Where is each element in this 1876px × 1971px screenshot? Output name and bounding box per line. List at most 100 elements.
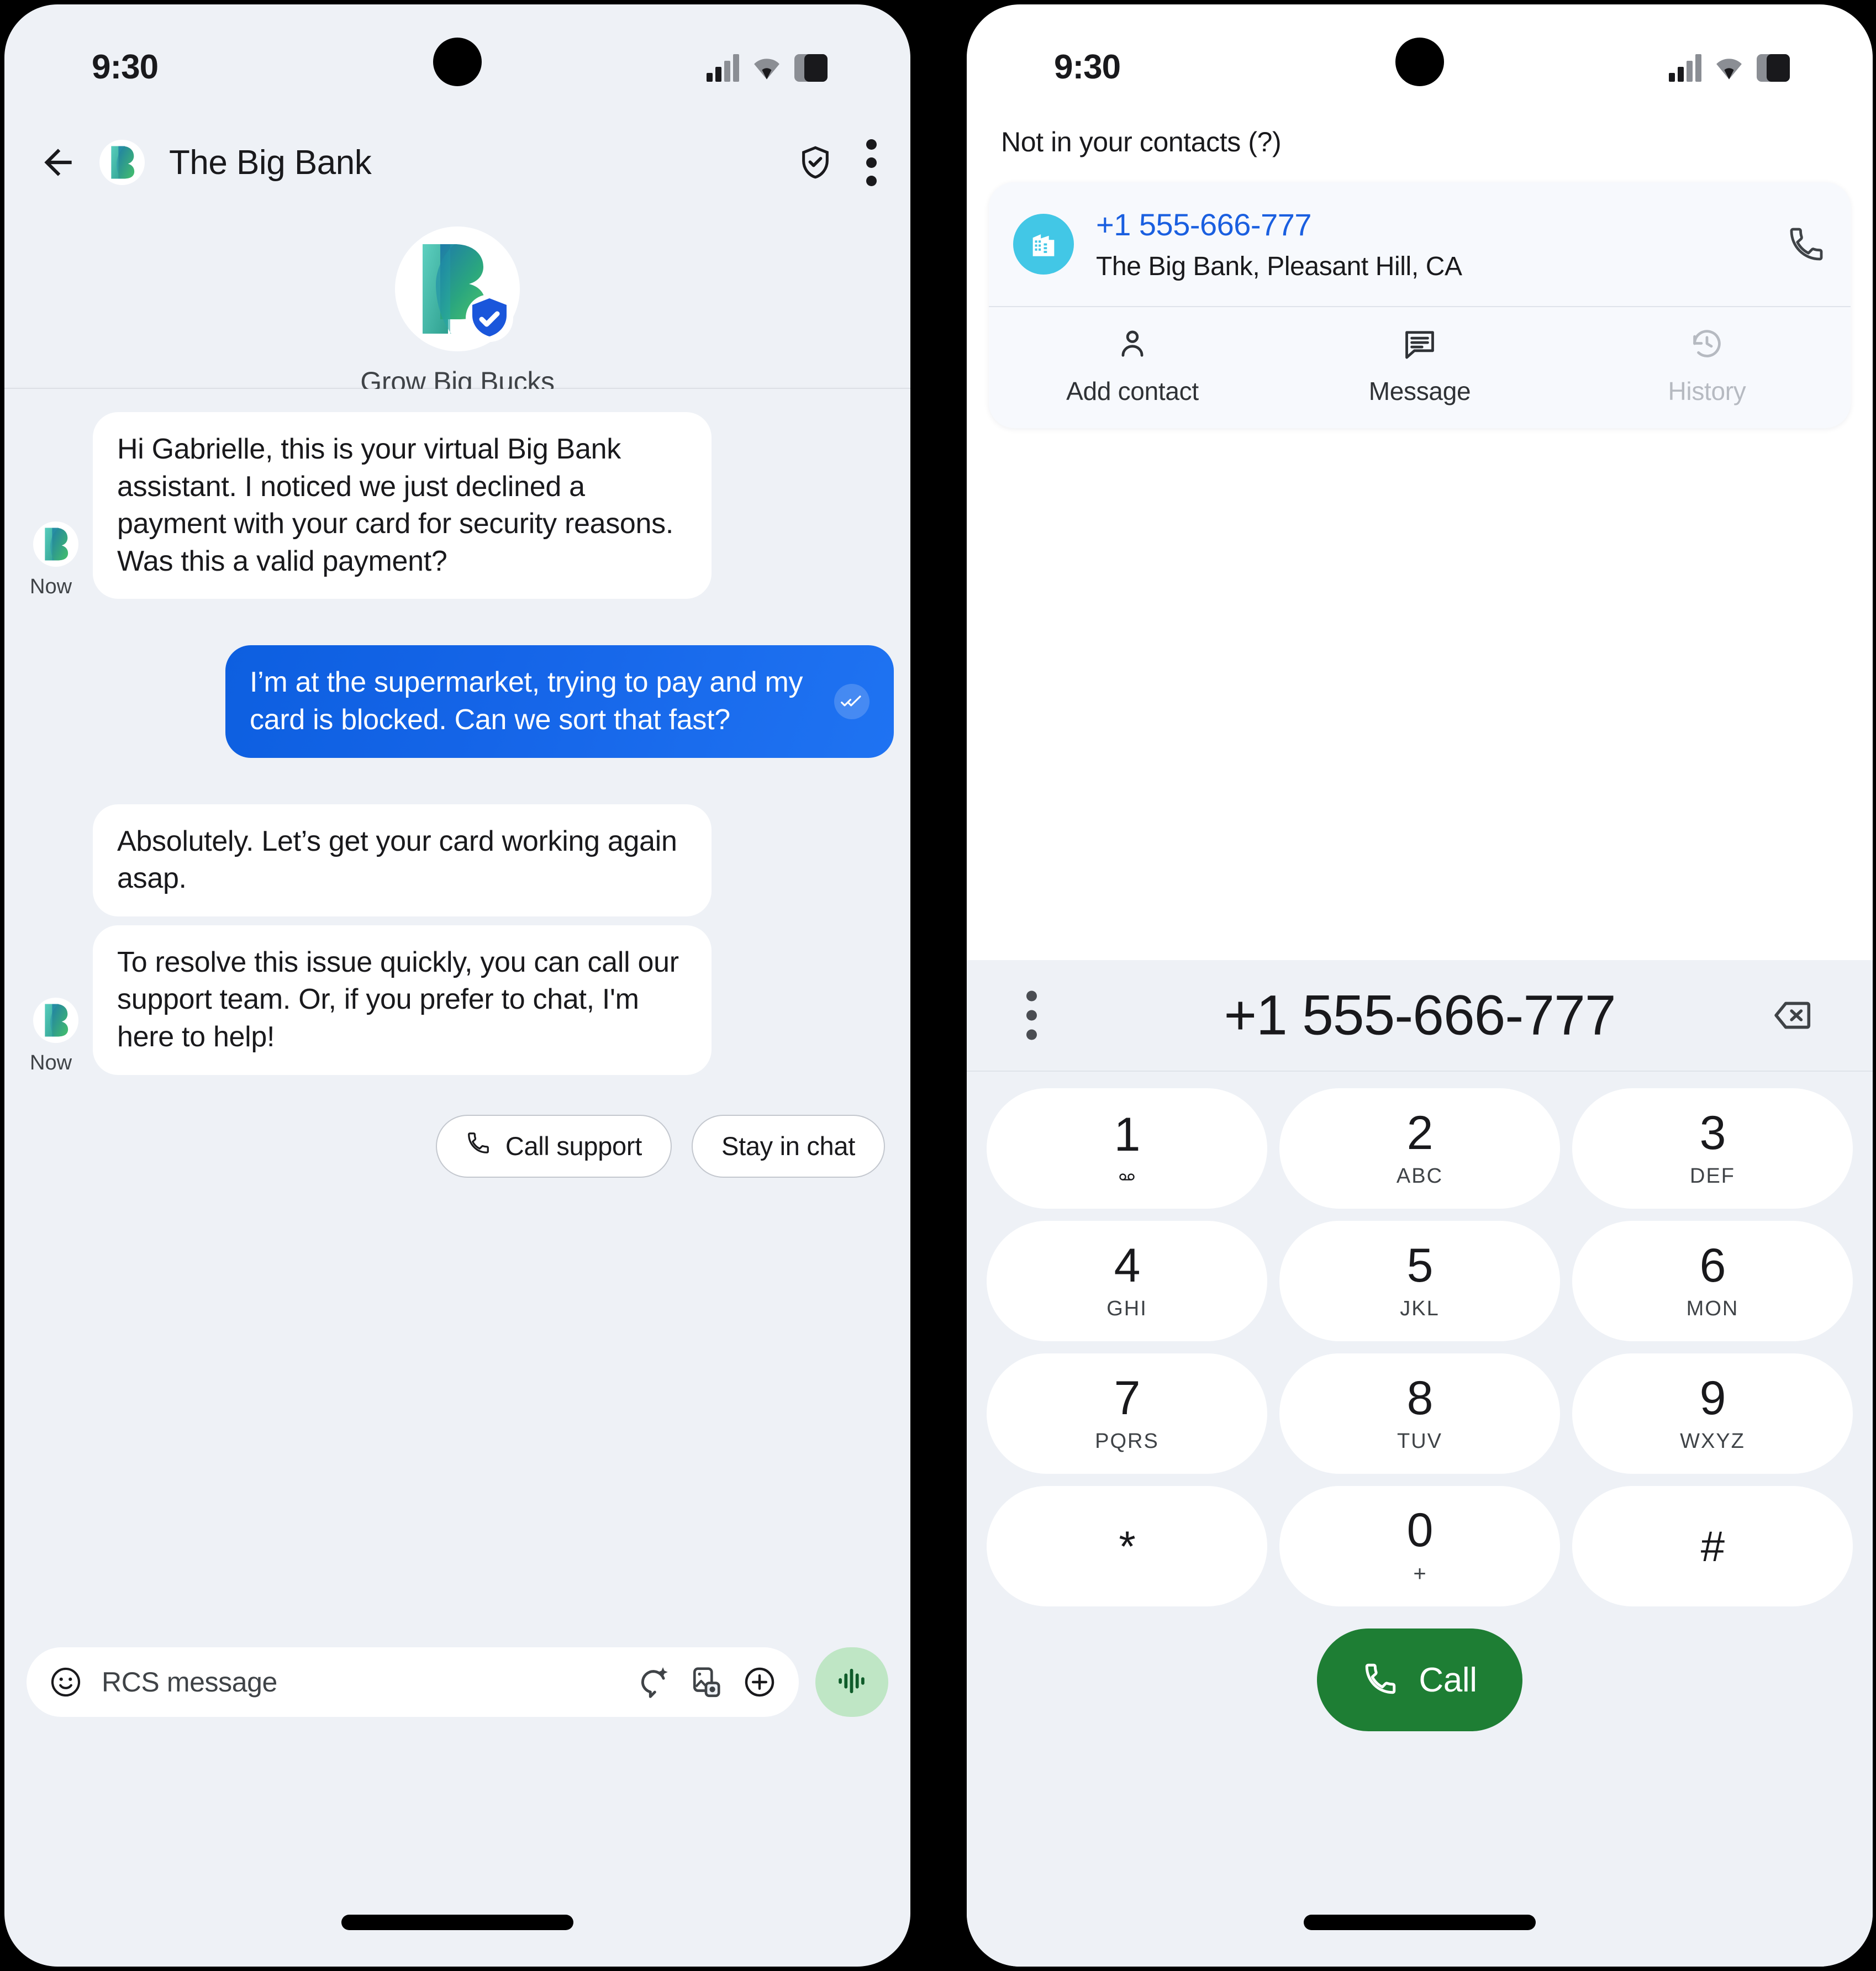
backspace-icon[interactable]	[1772, 995, 1813, 1036]
chip-label: Stay in chat	[721, 1131, 855, 1161]
message-bubble[interactable]: Absolutely. Let’s get your card working …	[93, 804, 712, 916]
battery-icon	[794, 54, 828, 82]
message-bubble[interactable]: Hi Gabrielle, this is your virtual Big B…	[93, 412, 712, 599]
dial-key-2[interactable]: 2 ABC	[1279, 1088, 1560, 1209]
message-timestamp: Now	[30, 575, 72, 599]
more-vertical-icon[interactable]	[1026, 990, 1037, 1040]
message-bubble[interactable]: To resolve this issue quickly, you can c…	[93, 925, 712, 1075]
action-label: History	[1668, 377, 1746, 405]
contact-phone-number[interactable]: +1 555-666-777	[1096, 207, 1764, 243]
key-letters: PQRS	[1095, 1429, 1159, 1453]
message-thread[interactable]: Now Hi Gabrielle, this is your virtual B…	[4, 389, 910, 1786]
message-input-placeholder: RCS message	[102, 1667, 277, 1698]
key-digit: 7	[1114, 1371, 1141, 1425]
app-bar: The Big Bank	[4, 122, 910, 203]
key-digit: 8	[1406, 1371, 1434, 1425]
call-button[interactable]: Call	[1317, 1629, 1522, 1731]
dialpad: +1 555-666-777 1 2 ABC 3 DEF 4 GHI 5 JKL…	[967, 960, 1873, 1967]
message-row-incoming: Now Hi Gabrielle, this is your virtual B…	[4, 412, 910, 599]
back-arrow-icon[interactable]	[38, 142, 78, 183]
sender-avatar	[33, 521, 78, 567]
double-check-read-icon	[834, 683, 870, 719]
phone-icon	[1362, 1661, 1399, 1700]
chat-bubble-icon	[1402, 326, 1437, 364]
signal-icon	[707, 53, 739, 82]
key-letters: GHI	[1106, 1297, 1147, 1320]
conversation-avatar[interactable]	[99, 140, 145, 185]
status-icons	[707, 48, 828, 82]
call-button-row: Call	[967, 1629, 1873, 1731]
phone-right-dialer-app: 9:30 Not in your contacts (?) +1 555-666…	[967, 4, 1873, 1967]
contact-card-actions: Add contact Message History	[989, 307, 1851, 428]
phone-icon[interactable]	[1787, 224, 1826, 264]
conversation-title: The Big Bank	[169, 143, 372, 182]
key-letters: DEF	[1690, 1164, 1735, 1188]
message-input-field[interactable]: RCS message	[27, 1647, 799, 1717]
camera-punch-hole	[1395, 38, 1444, 86]
gallery-camera-icon[interactable]	[689, 1665, 724, 1699]
contact-card-main[interactable]: +1 555-666-777 The Big Bank, Pleasant Hi…	[989, 182, 1851, 306]
status-bar-right: 9:30	[967, 4, 1873, 122]
chip-call-support[interactable]: Call support	[435, 1114, 672, 1178]
emoji-smiley-icon[interactable]	[49, 1665, 83, 1699]
signal-icon	[1669, 53, 1701, 82]
contact-organization: The Big Bank, Pleasant Hill, CA	[1096, 252, 1462, 281]
dial-key-5[interactable]: 5 JKL	[1279, 1221, 1560, 1341]
message-row-incoming: Now To resolve this issue quickly, you c…	[4, 925, 910, 1075]
message-row-incoming: Absolutely. Let’s get your card working …	[4, 804, 910, 916]
contact-card-text: +1 555-666-777 The Big Bank, Pleasant Hi…	[1096, 207, 1764, 282]
dial-key-star[interactable]: *	[987, 1486, 1267, 1606]
plus-circle-icon[interactable]	[742, 1665, 777, 1699]
big-bank-verified-logo	[388, 220, 526, 358]
action-label: Add contact	[1066, 377, 1199, 405]
dial-key-9[interactable]: 9 WXYZ	[1572, 1353, 1853, 1474]
message-bubble[interactable]: I’m at the supermarket, trying to pay an…	[225, 645, 894, 758]
wifi-icon	[751, 54, 782, 82]
wifi-icon	[1714, 54, 1745, 82]
key-digit: 2	[1406, 1106, 1434, 1160]
phone-icon	[466, 1130, 491, 1162]
dialpad-keys: 1 2 ABC 3 DEF 4 GHI 5 JKL 6 MON 7 PQRS 8…	[967, 1072, 1873, 1606]
action-add-contact[interactable]: Add contact	[989, 307, 1276, 428]
chip-label: Call support	[505, 1131, 642, 1161]
dial-key-1[interactable]: 1	[987, 1088, 1267, 1209]
message-text: I’m at the supermarket, trying to pay an…	[250, 666, 803, 736]
more-vertical-icon[interactable]	[865, 139, 877, 186]
chip-stay-in-chat[interactable]: Stay in chat	[692, 1114, 885, 1178]
status-icons	[1669, 48, 1790, 82]
voice-waveform-icon	[833, 1662, 871, 1703]
magic-compose-icon[interactable]	[636, 1665, 671, 1699]
phone-left-messages-app: 9:30 The Big Bank Grow Big Bucks Now Hi …	[4, 4, 910, 1967]
dial-key-6[interactable]: 6 MON	[1572, 1221, 1853, 1341]
voicemail-icon	[1113, 1167, 1141, 1187]
sender-avatar	[33, 997, 78, 1043]
gesture-nav-pill[interactable]	[1304, 1915, 1536, 1930]
status-time: 9:30	[92, 48, 159, 86]
brand-header: Grow Big Bucks	[4, 203, 910, 397]
person-add-icon	[1115, 326, 1150, 364]
dial-key-7[interactable]: 7 PQRS	[987, 1353, 1267, 1474]
dial-key-3[interactable]: 3 DEF	[1572, 1088, 1853, 1209]
key-digit: 9	[1699, 1371, 1726, 1425]
gesture-nav-pill[interactable]	[341, 1915, 573, 1930]
dial-key-0[interactable]: 0 +	[1279, 1486, 1560, 1606]
key-digit: 5	[1406, 1239, 1434, 1292]
key-digit: 1	[1114, 1108, 1141, 1161]
key-letters: MON	[1686, 1297, 1739, 1320]
key-letters: +	[1413, 1561, 1426, 1586]
not-in-contacts-label[interactable]: Not in your contacts (?)	[989, 122, 1851, 182]
action-history[interactable]: History	[1563, 307, 1851, 428]
key-letters: ABC	[1396, 1164, 1443, 1188]
message-composer: RCS message	[4, 1647, 910, 1717]
dial-key-hash[interactable]: #	[1572, 1486, 1853, 1606]
dialed-number[interactable]: +1 555-666-777	[1224, 983, 1616, 1048]
status-bar-left: 9:30	[4, 4, 910, 122]
dial-key-8[interactable]: 8 TUV	[1279, 1353, 1560, 1474]
status-time: 9:30	[1054, 48, 1121, 86]
business-building-icon	[1013, 214, 1074, 275]
voice-message-button[interactable]	[815, 1647, 888, 1717]
key-digit: 6	[1699, 1239, 1726, 1292]
dial-key-4[interactable]: 4 GHI	[987, 1221, 1267, 1341]
shield-check-icon[interactable]	[798, 145, 833, 180]
action-message[interactable]: Message	[1276, 307, 1563, 428]
